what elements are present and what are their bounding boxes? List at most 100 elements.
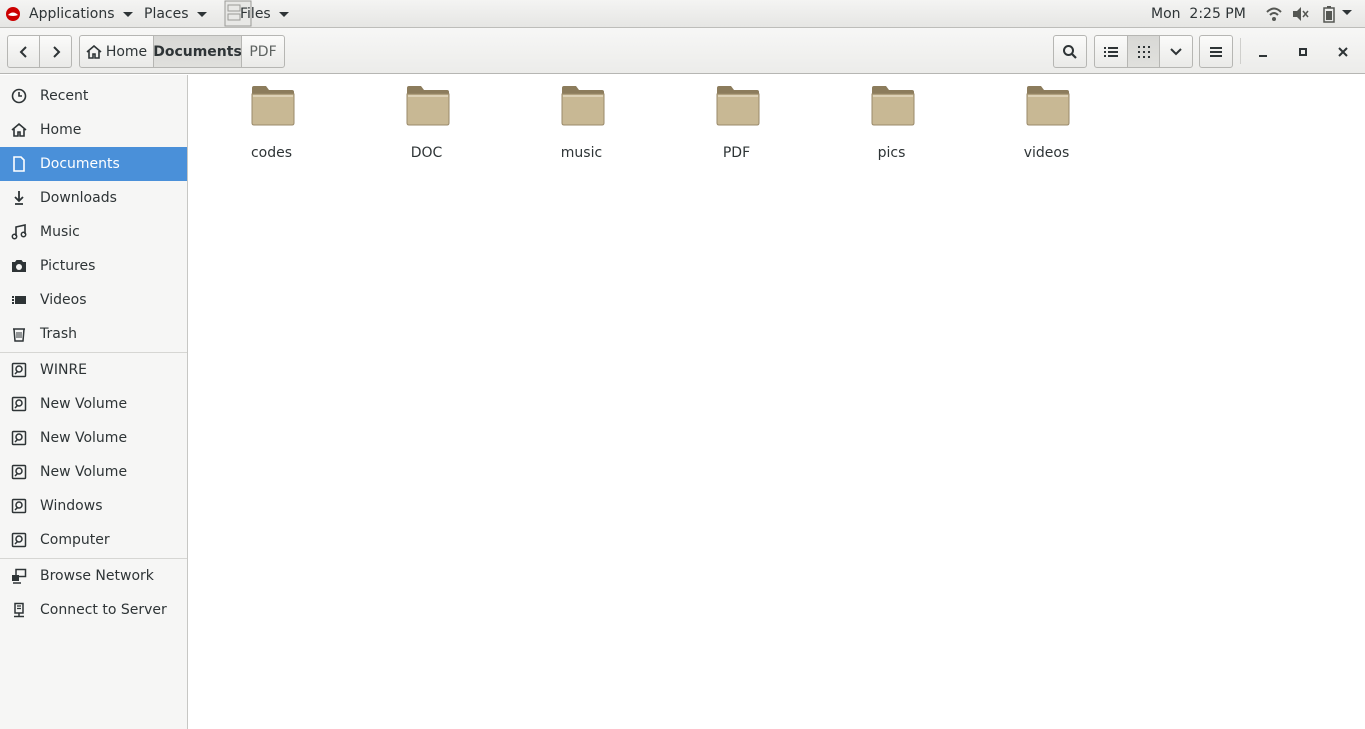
files-app-menu[interactable]: Files [222,0,289,27]
sidebar-item-computer[interactable]: Computer [0,523,187,557]
folder-name: videos [1023,145,1070,161]
clock[interactable]: Mon 2:25 PM [1151,0,1246,27]
drive-icon [11,532,27,548]
sidebar-item-label: New Volume [40,464,128,480]
sidebar: Recent Home Documents Downloads Music Pi… [0,75,188,729]
sidebar-item-videos[interactable]: Videos [0,283,187,317]
folder-item-pdf[interactable]: PDF [659,85,814,161]
breadcrumb-pdf-label: PDF [249,43,277,60]
sidebar-item-winre[interactable]: WINRE [0,353,187,387]
sidebar-item-label: Connect to Server [40,602,167,618]
menu-button[interactable] [1199,35,1233,68]
sidebar-item-connect-to-server[interactable]: Connect to Server [0,593,187,627]
sidebar-item-new-volume-2[interactable]: New Volume [0,421,187,455]
folder-name: PDF [722,145,751,161]
sidebar-item-label: Documents [40,156,120,172]
sidebar-item-label: Computer [40,532,110,548]
header-bar: Home Documents PDF [0,28,1365,74]
sidebar-item-music[interactable]: Music [0,215,187,249]
sidebar-item-label: Pictures [40,258,96,274]
view-options-button[interactable] [1159,35,1193,68]
folder-icon [716,86,760,126]
redhat-logo-icon [6,7,20,21]
sidebar-item-recent[interactable]: Recent [0,79,187,113]
chevron-down-icon [196,12,207,17]
places-menu[interactable]: Places [144,0,207,27]
sidebar-item-label: New Volume [40,430,128,446]
sidebar-item-pictures[interactable]: Pictures [0,249,187,283]
server-icon [14,602,24,618]
sidebar-item-home[interactable]: Home [0,113,187,147]
chevron-down-icon [122,12,133,17]
sidebar-item-downloads[interactable]: Downloads [0,181,187,215]
minimize-button[interactable] [1250,35,1276,68]
sidebar-item-new-volume-3[interactable]: New Volume [0,455,187,489]
sidebar-item-browse-network[interactable]: Browse Network [0,559,187,593]
grid-view-icon [1137,45,1150,58]
folder-icon [871,86,915,126]
folder-item-codes[interactable]: codes [194,85,349,161]
breadcrumb-documents[interactable]: Documents [153,35,242,68]
folder-name: music [560,145,603,161]
folder-icon [1026,86,1070,126]
folder-name: codes [250,145,293,161]
maximize-button[interactable] [1290,35,1316,68]
chevron-down-icon [1170,47,1182,55]
battery-icon[interactable] [1320,5,1338,23]
breadcrumb-home[interactable]: Home [79,35,154,68]
sidebar-item-label: Windows [40,498,103,514]
folder-icon [561,86,605,126]
drive-icon [11,498,27,514]
camera-icon [12,260,26,272]
music-icon [11,224,27,240]
download-icon [14,191,24,205]
top-panel: Applications Places Files Mon 2:25 PM [0,0,1365,28]
breadcrumb-documents-label: Documents [153,43,242,60]
close-button[interactable] [1330,35,1356,68]
folder-item-music[interactable]: music [504,85,659,161]
sidebar-item-windows[interactable]: Windows [0,489,187,523]
sidebar-item-new-volume-1[interactable]: New Volume [0,387,187,421]
file-view[interactable]: codes DOC music PDF pics videos [189,75,1365,729]
sidebar-item-label: New Volume [40,396,128,412]
back-button[interactable] [7,35,40,68]
trash-icon [13,328,25,342]
wifi-icon[interactable] [1265,5,1283,23]
breadcrumb-home-label: Home [105,43,148,60]
sidebar-item-label: Home [40,122,82,138]
places-label: Places [144,5,189,22]
forward-button[interactable] [39,35,72,68]
sidebar-item-label: Recent [40,88,89,104]
close-icon [1338,46,1348,57]
applications-menu[interactable]: Applications [29,0,133,27]
sidebar-item-label: Videos [40,292,87,308]
search-button[interactable] [1053,35,1087,68]
sidebar-item-label: Music [40,224,80,240]
chevron-left-icon [19,45,27,58]
sidebar-item-label: Downloads [40,190,117,206]
list-view-button[interactable] [1094,35,1128,68]
clock-icon [11,88,27,104]
grid-view-button[interactable] [1127,35,1160,68]
folder-item-doc[interactable]: DOC [349,85,504,161]
clock-label: Mon 2:25 PM [1151,5,1246,22]
volume-muted-icon[interactable] [1291,5,1309,23]
applications-label: Applications [29,5,115,22]
folder-name: DOC [410,145,443,161]
header-separator [1240,38,1241,64]
sidebar-item-label: WINRE [40,362,88,378]
folder-item-pics[interactable]: pics [814,85,969,161]
video-icon [12,296,26,304]
sidebar-item-label: Browse Network [40,568,154,584]
home-icon [86,44,102,59]
system-menu-chevron-icon[interactable] [1342,10,1352,15]
chevron-right-icon [52,45,60,58]
breadcrumb-pdf[interactable]: PDF [241,35,285,68]
sidebar-item-trash[interactable]: Trash [0,317,187,351]
sidebar-item-documents[interactable]: Documents [0,147,187,181]
folder-name: pics [877,145,906,161]
drive-icon [11,464,27,480]
drive-icon [11,362,27,378]
folder-icon [406,86,450,126]
folder-item-videos[interactable]: videos [969,85,1124,161]
